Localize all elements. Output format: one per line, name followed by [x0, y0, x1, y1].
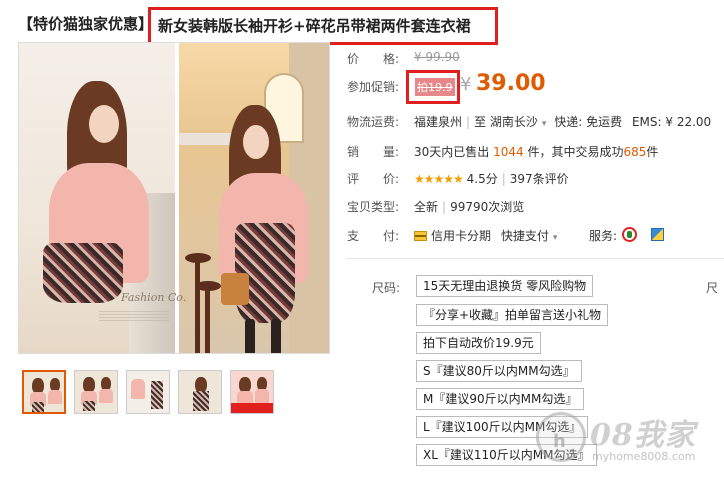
- sales-row: 30天内已售出 1044 件，其中交易成功685件: [414, 145, 659, 159]
- photo-fine-print: [99, 311, 169, 323]
- size-option-2[interactable]: 『分享+收藏』拍单留言送小礼物: [416, 304, 609, 326]
- size-option-l[interactable]: L『建议100斤以内MM勾选』: [416, 416, 589, 438]
- shipping-destination-select[interactable]: 湖南长沙 ▾: [490, 115, 551, 129]
- credit-card-icon: [414, 231, 427, 241]
- model-leg-2: [271, 319, 281, 353]
- promo-price: 39.00: [476, 71, 546, 96]
- promo-label: 参加促销:: [347, 80, 400, 94]
- thumbnail-5[interactable]: [230, 370, 274, 414]
- item-views: 99790次浏览: [450, 200, 525, 214]
- model-leg-1: [245, 319, 255, 353]
- rating-score: 4.5分: [466, 172, 498, 186]
- shipping-row: 福建泉州 | 至 湖南长沙 ▾ 快递: 免运费 EMS: ¥ 22.00: [414, 115, 712, 129]
- product-title-highlight: 新女装韩版长袖开衫+碎花吊带裙两件套连衣裙: [148, 7, 498, 45]
- item-type-label: 宝贝类型:: [347, 200, 400, 214]
- bar-stool-leg-2: [205, 289, 210, 353]
- size-label: 尺码:: [372, 281, 401, 295]
- shipping-ems: EMS: ¥ 22.00: [631, 115, 712, 129]
- sales-success-count: 685: [623, 145, 647, 159]
- model-face-right: [243, 125, 269, 159]
- rating-reviews-link[interactable]: 397条评价: [510, 172, 569, 186]
- consumer-protection-icon[interactable]: [651, 228, 664, 241]
- photo-brand-script: Fashion Co.: [121, 291, 187, 304]
- item-type-value: 全新: [414, 200, 439, 214]
- shipping-express: 快递: 免运费: [554, 115, 623, 129]
- seven-day-return-icon[interactable]: [622, 227, 637, 242]
- size-option-3[interactable]: 拍下自动改价19.9元: [416, 332, 541, 354]
- credit-card-installment[interactable]: 信用卡分期: [414, 229, 491, 243]
- promo-tag[interactable]: 拍19.9: [415, 78, 455, 96]
- sales-sold-count: 1044: [493, 145, 524, 159]
- shipping-from: 福建泉州: [414, 115, 463, 129]
- size-option-m[interactable]: M『建议90斤以内MM勾选』: [416, 388, 585, 410]
- title-promo-prefix: 【特价猫独家优惠】: [18, 15, 154, 33]
- size-label-secondary: 尺: [706, 281, 719, 295]
- item-type-row: 全新 | 99790次浏览: [414, 200, 525, 214]
- shipping-label: 物流运费:: [347, 115, 400, 129]
- rating-label: 评 价:: [347, 172, 400, 186]
- sales-label: 销 量:: [347, 145, 400, 159]
- service-label: 服务:: [589, 229, 618, 243]
- shipping-to-prefix: 至: [474, 115, 487, 129]
- thumbnail-1[interactable]: [22, 370, 66, 414]
- rating-stars-icon: ★★★★★: [414, 172, 464, 186]
- size-option-s[interactable]: S『建议80斤以内MM勾选』: [416, 360, 582, 382]
- chevron-down-icon: ▾: [541, 119, 547, 129]
- watermark-url: myhome8008.com: [592, 450, 696, 463]
- chevron-down-icon: ▾: [552, 233, 558, 243]
- thumbnail-4[interactable]: [178, 370, 222, 414]
- size-option-xl[interactable]: XL『建议110斤以内MM勾选』: [416, 444, 597, 466]
- model-handbag: [221, 273, 249, 305]
- payment-label: 支 付:: [347, 229, 400, 243]
- size-option-1[interactable]: 15天无理由退换货 零风险购物: [416, 275, 594, 297]
- bar-stool-leg-1: [195, 261, 200, 353]
- payment-row: 信用卡分期 快捷支付 ▾: [414, 227, 561, 244]
- thumbnail-3[interactable]: [126, 370, 170, 414]
- model-dress-left: [43, 243, 123, 303]
- price-label: 价 格:: [347, 52, 400, 66]
- product-title: 新女装韩版长袖开衫+碎花吊带裙两件套连衣裙: [158, 17, 471, 35]
- rating-row: ★★★★★ 4.5分 | 397条评价: [414, 172, 569, 186]
- original-price: ¥ 99.90: [414, 50, 460, 64]
- section-divider: [346, 258, 724, 259]
- photo-divider: [175, 43, 179, 353]
- promo-yen-sign: ¥: [460, 74, 472, 95]
- watermark-text: 08我家: [590, 418, 696, 453]
- model-face-left: [89, 105, 119, 143]
- main-product-image[interactable]: Fashion Co.: [18, 42, 330, 354]
- thumbnail-2[interactable]: [74, 370, 118, 414]
- quick-pay-select[interactable]: 快捷支付 ▾: [495, 229, 562, 243]
